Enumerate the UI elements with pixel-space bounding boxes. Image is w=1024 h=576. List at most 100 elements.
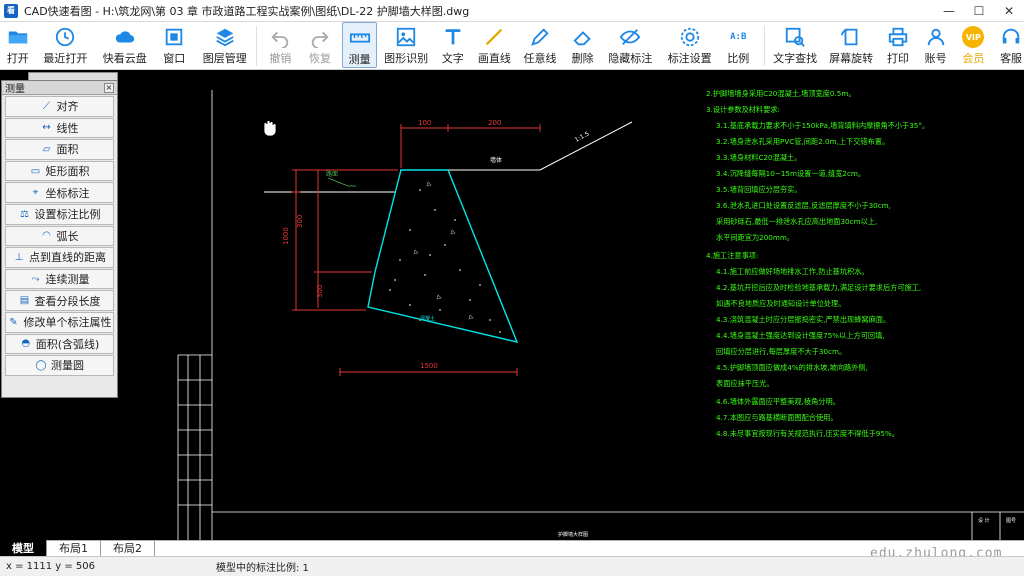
note-line: 4.7.本图应与路基横断面图配合使用。 [716,413,838,422]
arc-icon: ◠ [42,230,51,242]
segments-icon: ▤ [19,295,30,307]
label-leader [327,177,349,187]
measure-item-label: 连续测量 [45,273,90,287]
measure-item-label: 面积 [56,143,79,157]
mark-settings-label: 标注设置 [667,52,712,65]
measure-align-button[interactable]: ⟋ 对齐 [5,96,114,117]
measure-set-scale-button[interactable]: ⚖ 设置标注比例 [5,203,114,225]
account-button[interactable]: 账号 [923,22,949,68]
measure-item-label: 查看分段长度 [34,294,101,308]
scale-icon: ⚖ [20,208,29,220]
note-line: 3.设计参数及材料要求: [706,105,780,114]
mark-settings-button[interactable]: 标注设置 [667,22,712,68]
measure-circle-button[interactable]: ◯ 测量圆 [5,355,114,376]
measure-edit-property-button[interactable]: ✎ 修改单个标注属性 [5,311,114,333]
measure-panel: 测量 × ⟋ 对齐 ↔ 线性 ▱ 面积 ▭ 矩形面积 ⌖ 坐标标注 ⚖ 设置标注比例 ◠ 弧长… [1,80,118,398]
measure-linear-button[interactable]: ↔ 线性 [5,117,114,139]
minimize-button[interactable]: — [934,0,964,22]
measure-item-label: 点到直线的距离 [29,251,106,265]
note-line: 3.5.墙背回填应分层夯实。 [716,185,802,194]
printer-icon [888,27,908,47]
rotate-button[interactable]: 屏幕旋转 [829,22,873,68]
note-line: 4.1.施工前应做好场地排水工作,防止基坑积水。 [716,267,869,276]
open-button[interactable]: 打开 [2,22,34,68]
label-wall: 墙体 [490,156,502,164]
redo-icon [311,31,329,48]
print-label: 打印 [886,52,909,65]
label-concrete: 混凝土 [420,315,435,322]
print-button[interactable]: 打印 [885,22,911,68]
measure-item-label: 线性 [56,121,79,135]
line-button[interactable]: 画直线 [477,22,513,68]
drawing-frame [177,90,1024,540]
design-notes: 2.护脚墙墙身采用C20混凝土,墙顶宽度0.5m。 3.设计参数及材料要求: 3… [706,89,929,438]
scale-button[interactable]: A:B 比例 [724,22,752,68]
cloud-icon [115,31,134,43]
window-title: CAD快速看图 - H:\筑龙网\第 03 章 市政道路工程实战案例\图纸\DL… [24,4,470,18]
vip-label: 会员 [962,52,985,65]
delete-button[interactable]: 删除 [570,22,596,68]
rect-area-icon: ▭ [30,165,41,177]
measure-item-label: 坐标标注 [45,186,90,200]
note-line: 4.施工注意事项: [706,251,758,260]
note-line: 如遇不良地质应及时通知设计单位处理。 [716,299,845,308]
title-bar: 看 CAD快速看图 - H:\筑龙网\第 03 章 市政道路工程实战案例\图纸\… [0,0,1024,22]
measure-segments-button[interactable]: ▤ 查看分段长度 [5,290,114,311]
measure-point-line-button[interactable]: ⊥ 点到直线的距离 [5,247,114,268]
drawing-canvas[interactable]: 100 200 300 1000 300 1500 路面 1:1.5 墙体 混凝… [0,70,1024,540]
title-block-name: 护脚墙大样图 [558,531,588,538]
measure-arc-button[interactable]: ◠ 弧长 [5,225,114,247]
close-button[interactable]: ✕ [994,0,1024,22]
note-line: 采用砂砾石,最低一排泄水孔应高出地面30cm以上, [716,217,877,226]
settings-icon [680,27,699,47]
delete-label: 删除 [571,52,594,65]
layers-button[interactable]: 图层管理 [200,22,249,68]
note-line: 表面应抹平压光。 [716,379,774,388]
redo-label: 恢复 [308,52,331,65]
measure-item-label: 测量圆 [51,359,84,373]
undo-icon [271,31,289,48]
note-line: 4.2.基坑开挖后应及时检验地基承载力,满足设计要求后方可施工, [716,283,921,292]
undo-button[interactable]: 撤销 [265,22,297,68]
measure-item-label: 矩形面积 [45,165,90,179]
tab-model[interactable]: 模型 [0,540,47,556]
measure-continuous-button[interactable]: ⤳ 连续测量 [5,268,114,290]
measure-area-button[interactable]: ▱ 面积 [5,139,114,160]
recent-button[interactable]: 最近打开 [40,22,91,68]
headset-icon [1002,28,1020,44]
redo-button[interactable]: 恢复 [304,22,336,68]
measure-button[interactable]: 测量 [341,22,378,68]
note-line: 3.2.墙身泄水孔采用PVC管,间距2.0m,上下交错布置。 [716,137,889,146]
note-line: 4.8.未尽事宜按现行有关规范执行,压实度不得低于95%。 [716,429,899,438]
hide-marks-button[interactable]: 隐藏标注 [607,22,652,68]
text-button[interactable]: 文字 [439,22,467,68]
circle-icon: ◯ [35,359,47,371]
tab-layout1[interactable]: 布局1 [47,540,101,556]
perpendicular-icon: ⊥ [14,251,24,263]
measure-area-arc-button[interactable]: ◓ 面积(含弧线) [5,333,114,355]
window-button[interactable]: 窗口 [156,22,192,68]
eraser-icon [573,31,591,46]
tab-layout2[interactable]: 布局2 [101,540,155,556]
measure-rect-area-button[interactable]: ▭ 矩形面积 [5,160,114,182]
measure-label: 测量 [348,53,371,66]
find-text-button[interactable]: 文字查找 [773,22,817,68]
measure-panel-close-button[interactable]: × [104,82,114,93]
recent-label: 最近打开 [43,52,88,65]
recognize-button[interactable]: 图形识别 [383,22,428,68]
edit-icon: ✎ [9,316,18,328]
service-button[interactable]: 客服 [998,22,1024,68]
note-line: 4.5.护脚墙顶面应做成4%的排水坡,坡向路外侧, [716,363,868,372]
measure-panel-header[interactable]: 测量 × [2,81,117,95]
freeline-button[interactable]: 任意线 [522,22,558,68]
vip-button[interactable]: VIP 会员 [961,22,987,68]
status-bar: x = 1111 y = 506 模型中的标注比例: 1 [0,556,1024,576]
dim-left-1: 300 [296,215,304,228]
note-line: 3.3.墙身材料C20混凝土。 [716,153,801,162]
maximize-button[interactable]: ☐ [964,0,994,22]
toolbar-divider [764,26,766,66]
label-road: 路面 [326,170,338,178]
cloud-button[interactable]: 快看云盘 [99,22,150,68]
annotation-scale-status: 模型中的标注比例: 1 [216,563,309,574]
measure-coordinate-button[interactable]: ⌖ 坐标标注 [5,182,114,203]
